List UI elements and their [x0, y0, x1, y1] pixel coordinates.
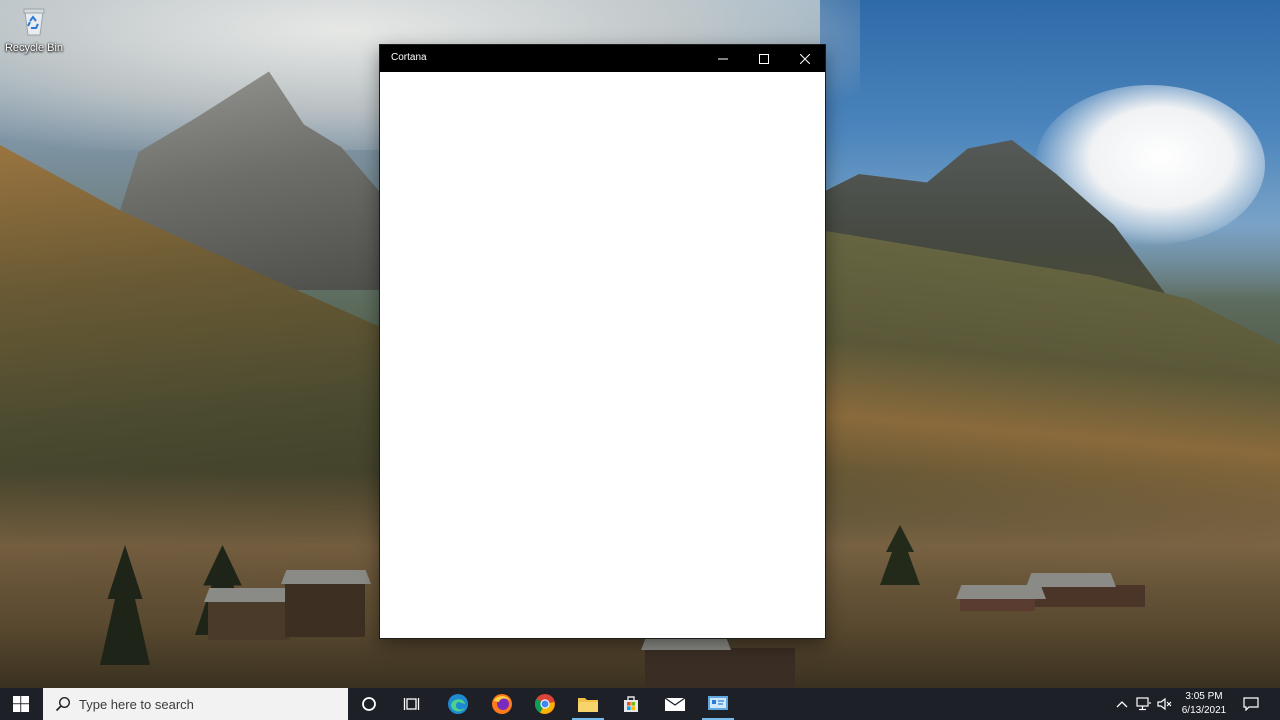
- search-icon: [55, 696, 71, 712]
- edge-icon: [448, 694, 468, 714]
- taskbar-cortana-button[interactable]: [350, 688, 388, 720]
- maximize-button[interactable]: [743, 45, 784, 72]
- firefox-icon: [492, 694, 512, 714]
- taskbar-task-view-button[interactable]: [393, 688, 431, 720]
- window-title: Cortana: [391, 52, 427, 63]
- cortana-ring-icon: [362, 697, 376, 711]
- mail-icon: [664, 697, 686, 711]
- search-placeholder: Type here to search: [79, 696, 194, 712]
- notification-icon: [1243, 697, 1259, 711]
- start-button[interactable]: [0, 688, 42, 720]
- chalet: [208, 600, 290, 640]
- chevron-up-icon: [1116, 701, 1128, 708]
- task-view-icon: [403, 698, 420, 710]
- minimize-icon: [717, 58, 728, 59]
- chalet: [645, 648, 795, 688]
- action-center-button[interactable]: [1238, 688, 1264, 720]
- taskbar-file-explorer-button[interactable]: [568, 688, 608, 720]
- maximize-icon: [758, 53, 769, 64]
- chalet: [960, 597, 1035, 611]
- network-button[interactable]: [1134, 688, 1154, 720]
- volume-muted-icon: [1157, 697, 1172, 711]
- minimize-button[interactable]: [702, 45, 743, 72]
- taskbar-edge-button[interactable]: [438, 688, 478, 720]
- close-icon: [799, 53, 810, 64]
- show-hidden-icons-button[interactable]: [1113, 688, 1131, 720]
- clock[interactable]: 3:05 PM 6/13/2021: [1176, 690, 1232, 718]
- taskbar-firefox-button[interactable]: [482, 688, 522, 720]
- taskbar-chrome-button[interactable]: [525, 688, 565, 720]
- store-icon: [624, 696, 638, 712]
- recycle-bin-icon: [23, 8, 45, 36]
- title-bar[interactable]: Cortana: [380, 45, 825, 72]
- network-icon: [1136, 697, 1151, 711]
- chalet: [1030, 585, 1145, 607]
- clock-time: 3:05 PM: [1185, 691, 1223, 702]
- windows-logo-icon: [13, 696, 29, 712]
- folder-icon: [578, 698, 598, 712]
- desktop-icon-label: Recycle Bin: [4, 42, 64, 54]
- close-button[interactable]: [784, 45, 825, 72]
- taskbar-control-panel-button[interactable]: [698, 688, 738, 720]
- volume-button[interactable]: [1155, 688, 1175, 720]
- chrome-icon: [534, 694, 555, 714]
- taskbar-mail-button[interactable]: [655, 688, 695, 720]
- control-panel-icon: [708, 696, 728, 710]
- chalet: [285, 582, 365, 637]
- taskbar: Type here to search 3:05 PM 6/13/2021: [0, 688, 1280, 720]
- clock-date: 6/13/2021: [1181, 705, 1227, 716]
- taskbar-store-button[interactable]: [611, 688, 651, 720]
- search-box[interactable]: Type here to search: [43, 688, 348, 720]
- desktop-icon-recycle-bin[interactable]: Recycle Bin: [2, 4, 66, 64]
- window-content: [380, 72, 825, 638]
- cortana-window[interactable]: Cortana: [380, 45, 825, 638]
